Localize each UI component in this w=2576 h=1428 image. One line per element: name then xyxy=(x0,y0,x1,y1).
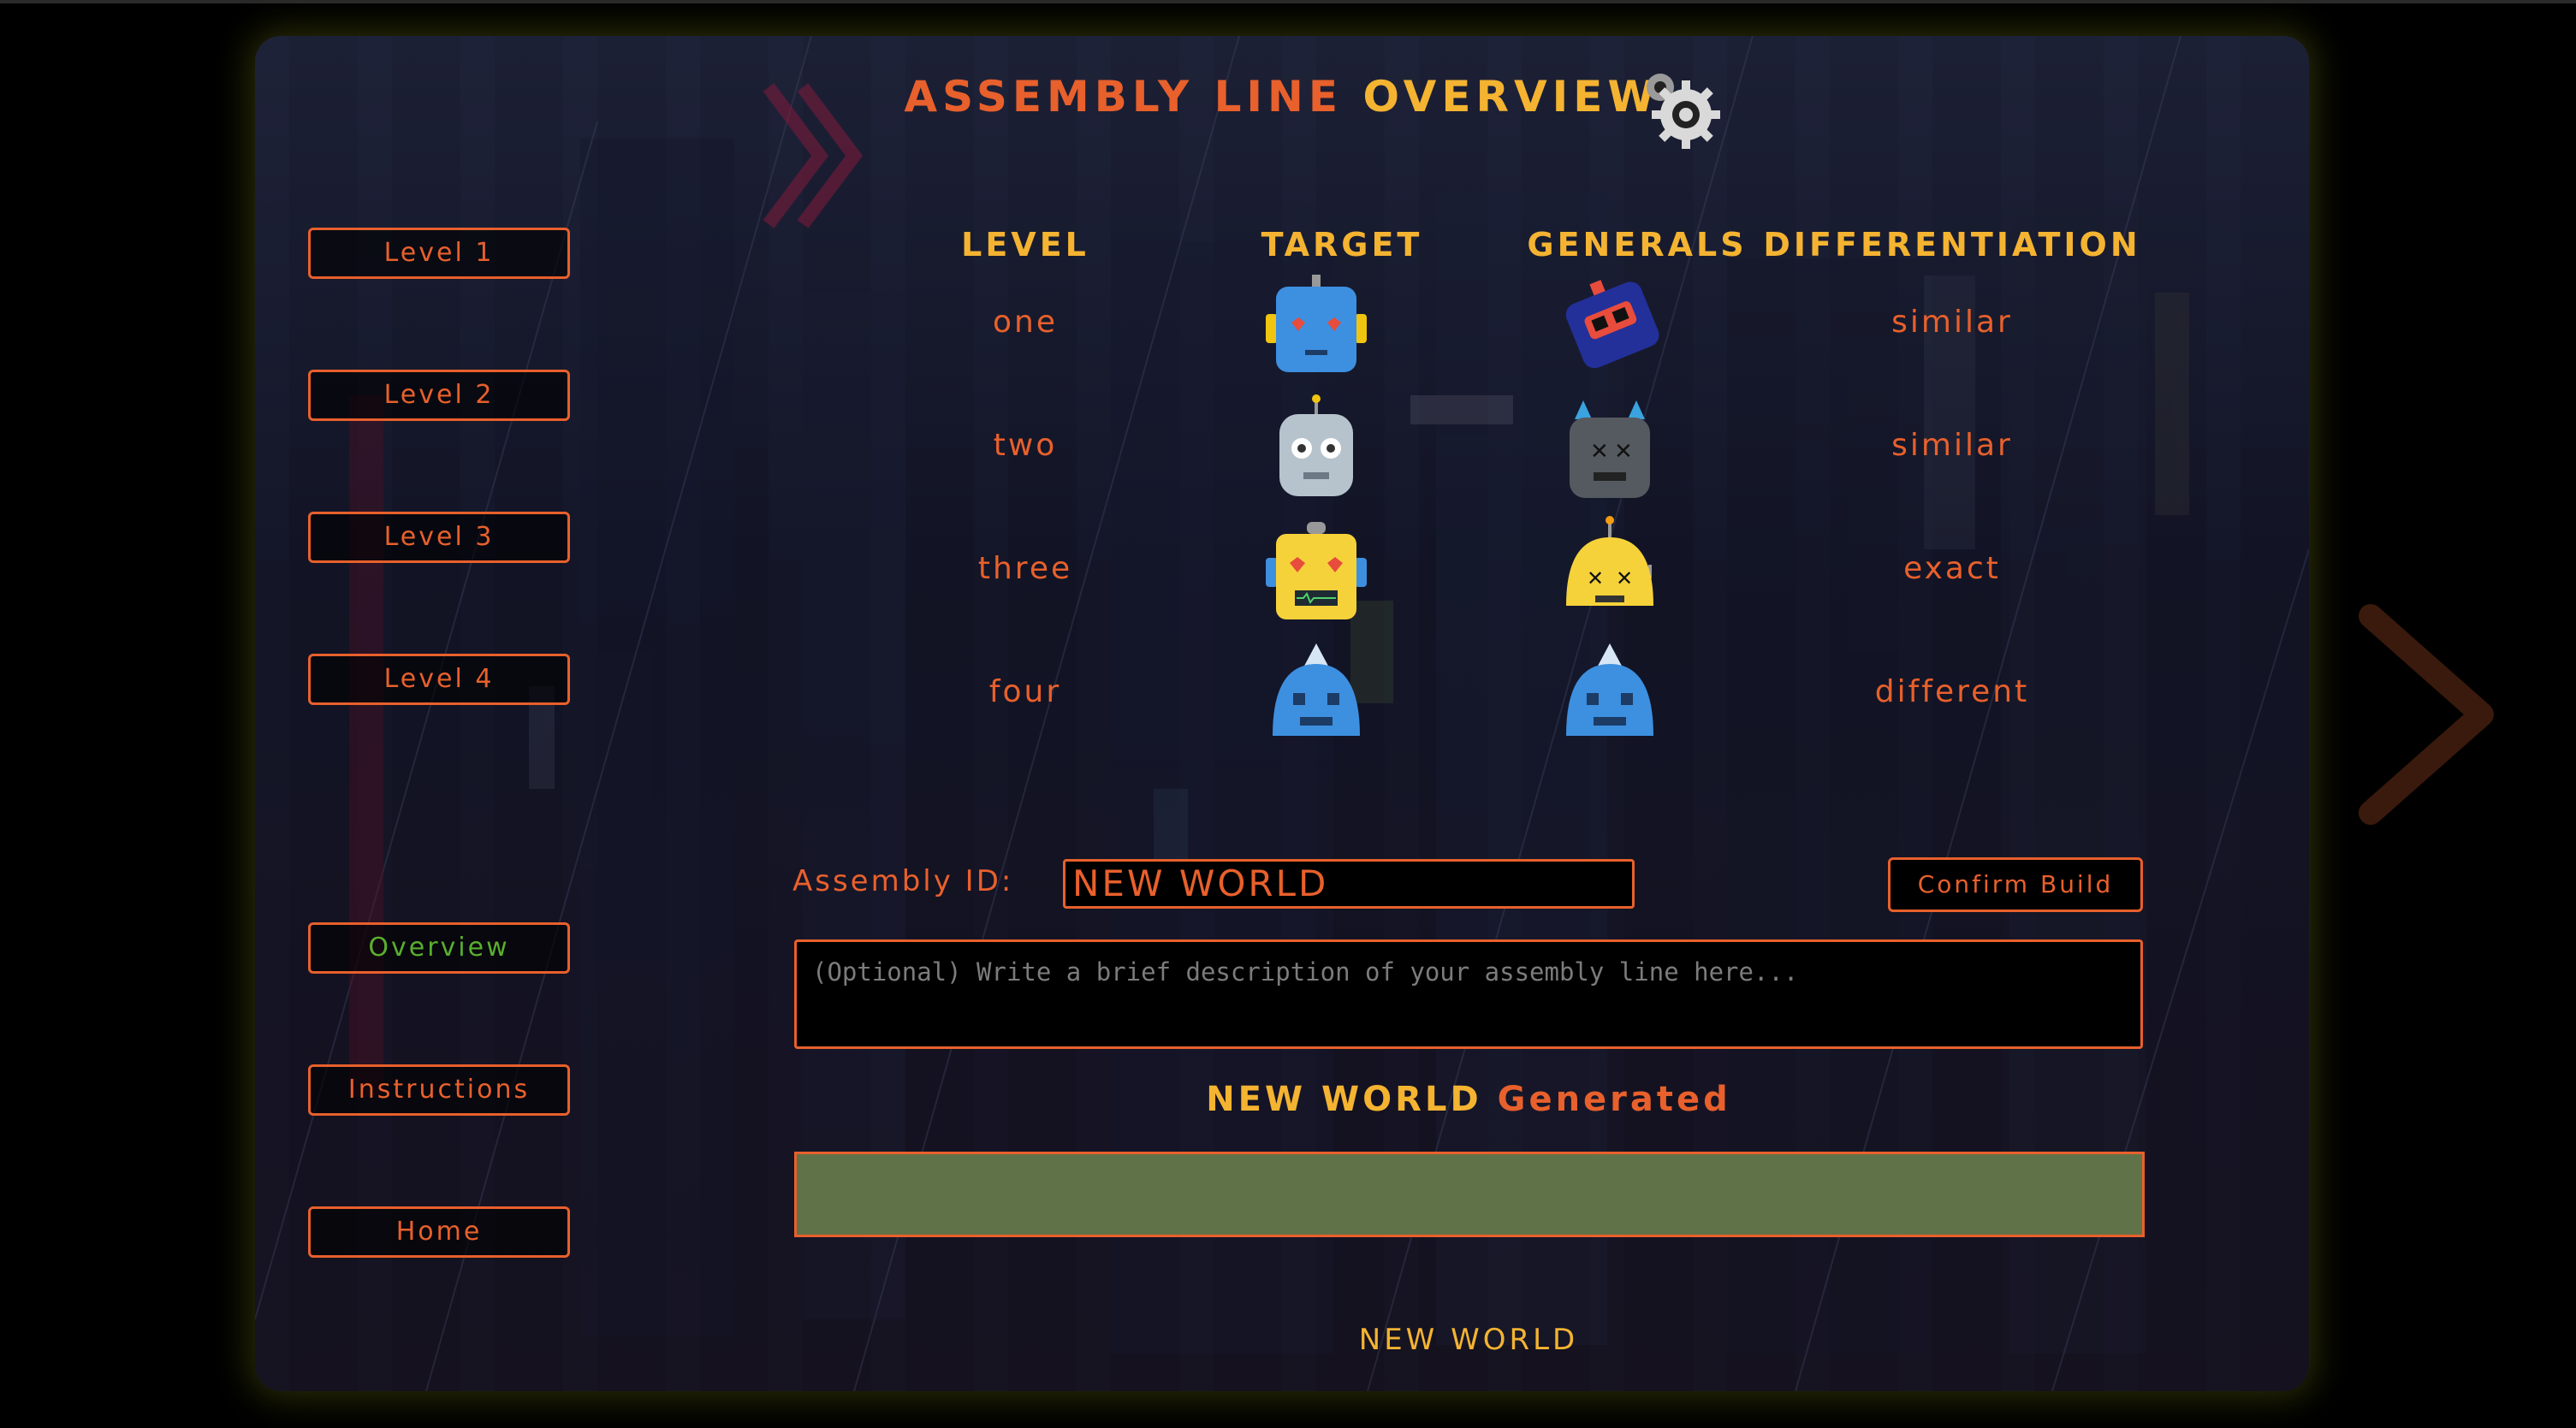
generated-name: NEW WORLD xyxy=(1206,1080,1482,1119)
column-header-target: Target xyxy=(1261,226,1423,264)
next-arrow-icon[interactable] xyxy=(2353,599,2499,830)
svg-text:✕: ✕ xyxy=(1614,439,1633,465)
assembly-id-label: Assembly ID: xyxy=(792,864,1014,898)
column-header-generals: Generals xyxy=(1527,226,1748,264)
title-part-1: ASSEMBLY LINE xyxy=(904,72,1344,121)
page-title: ASSEMBLY LINE Overview xyxy=(255,72,2309,121)
sidebar-item-level-1[interactable]: Level 1 xyxy=(308,228,570,279)
row-1-differentiation: similar xyxy=(1891,305,2013,340)
blue-robot-heart-eyes-icon xyxy=(1266,275,1367,372)
svg-text:✕: ✕ xyxy=(1587,566,1604,590)
column-header-level: Level xyxy=(961,226,1089,264)
sidebar-item-instructions[interactable]: Instructions xyxy=(308,1064,570,1116)
assembly-id-input[interactable]: NEW WORLD xyxy=(1063,859,1635,909)
navy-robot-icon xyxy=(1565,280,1659,369)
sidebar-item-home[interactable]: Home xyxy=(308,1206,570,1258)
main-panel: ASSEMBLY LINE Overview xyxy=(255,36,2309,1391)
row-3-differentiation: exact xyxy=(1903,551,2001,586)
row-3-level: three xyxy=(977,551,1073,586)
row-4-differentiation: different xyxy=(1874,674,2030,709)
confirm-build-button[interactable]: Confirm Build xyxy=(1888,857,2143,912)
svg-text:✕: ✕ xyxy=(1590,439,1609,465)
grey-horned-robot-icon: ✕ ✕ xyxy=(1570,400,1650,498)
description-textarea[interactable]: (Optional) Write a brief description of … xyxy=(794,939,2143,1049)
title-part-2: Overview xyxy=(1362,72,1660,121)
sidebar-item-level-2[interactable]: Level 2 xyxy=(308,370,570,421)
row-1-level: one xyxy=(993,305,1058,340)
svg-text:✕: ✕ xyxy=(1616,566,1633,590)
generated-world-name: NEW WORLD xyxy=(1358,1323,1579,1357)
grey-robot-icon xyxy=(1279,394,1353,496)
top-border xyxy=(0,0,2576,3)
blue-spike-robot-icon xyxy=(1566,643,1653,736)
generated-suffix: Generated xyxy=(1497,1080,1731,1119)
generated-title: NEW WORLD Generated xyxy=(794,1080,2143,1119)
yellow-round-robot-icon: ✕ ✕ xyxy=(1566,516,1653,606)
row-4-level: four xyxy=(988,674,1062,709)
row-2-level: two xyxy=(993,428,1058,463)
sidebar-item-level-3[interactable]: Level 3 xyxy=(308,512,570,563)
sidebar-item-level-4[interactable]: Level 4 xyxy=(308,654,570,705)
sidebar-item-overview[interactable]: Overview xyxy=(308,922,570,974)
generated-output-bar xyxy=(794,1152,2145,1237)
gear-icon xyxy=(1647,74,1720,149)
blue-spike-robot-icon xyxy=(1273,643,1360,736)
column-header-differentiation: Differentiation xyxy=(1763,226,2141,264)
row-2-differentiation: similar xyxy=(1891,428,2013,463)
yellow-robot-heart-eyes-icon xyxy=(1266,522,1367,619)
